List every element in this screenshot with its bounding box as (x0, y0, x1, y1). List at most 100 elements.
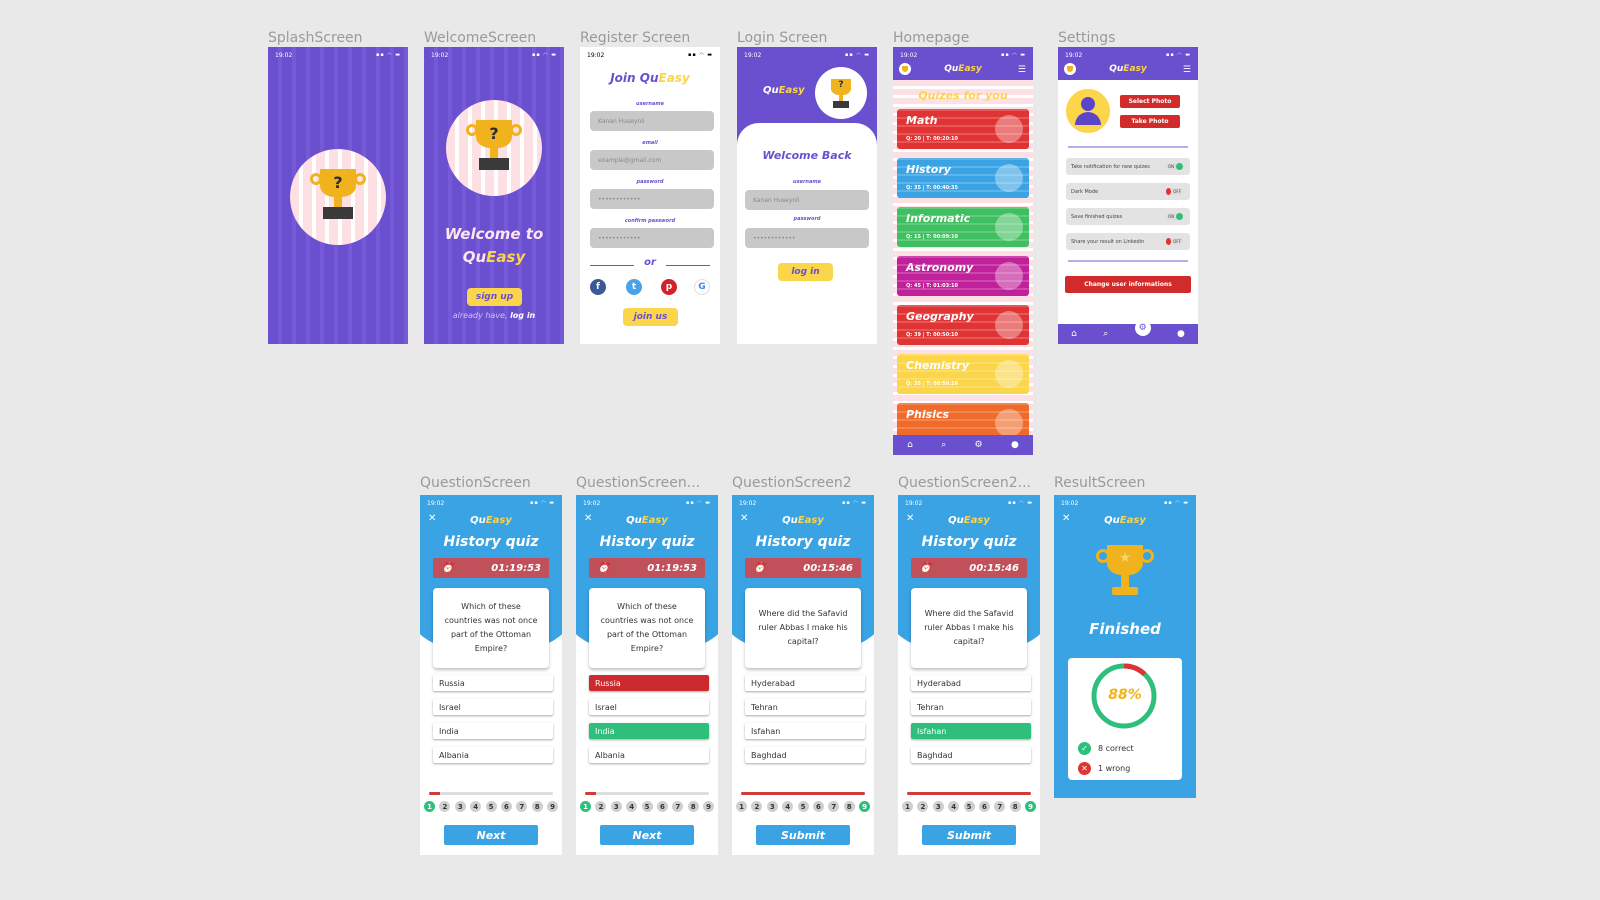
question-number[interactable]: 4 (626, 801, 638, 812)
answer-option[interactable]: Hyderabad (745, 675, 865, 691)
select-photo-button[interactable]: Select Photo (1120, 95, 1180, 108)
profile-icon[interactable]: ● (1177, 329, 1185, 339)
answer-option[interactable]: Russia (589, 675, 709, 691)
question-number[interactable]: 8 (531, 801, 543, 812)
question-number[interactable]: 6 (978, 801, 990, 812)
question-number[interactable]: 7 (828, 801, 840, 812)
question-number[interactable]: 7 (994, 801, 1006, 812)
twitter-icon[interactable]: t (626, 279, 642, 295)
answer-option[interactable]: Tehran (745, 699, 865, 715)
change-user-info-button[interactable]: Change user informations (1065, 276, 1191, 293)
question-number[interactable]: 8 (687, 801, 699, 812)
confirm-password-input[interactable]: •••••••••••• (590, 228, 714, 248)
answer-option[interactable]: Russia (433, 675, 553, 691)
gear-icon[interactable]: ⚙ (1134, 320, 1151, 336)
submit-button[interactable]: Submit (922, 825, 1016, 845)
username-input[interactable]: Kanan Huseynli (590, 111, 714, 131)
question-number[interactable]: 2 (439, 801, 451, 812)
question-number[interactable]: 3 (610, 801, 622, 812)
question-number[interactable]: 9 (703, 801, 714, 812)
toggle-switch[interactable]: OFF (1166, 188, 1183, 195)
password-input[interactable]: •••••••••••• (745, 228, 869, 248)
answer-option[interactable]: Albania (589, 747, 709, 763)
answer-option[interactable]: Israel (433, 699, 553, 715)
answer-option[interactable]: Albania (433, 747, 553, 763)
progress-bar (429, 792, 553, 795)
log-in-link[interactable]: log in (510, 311, 535, 320)
join-us-button[interactable]: join us (623, 308, 678, 326)
answer-option[interactable]: India (433, 723, 553, 739)
toggle-switch[interactable]: ON (1166, 163, 1183, 170)
sign-up-button[interactable]: sign up (467, 288, 522, 306)
facebook-icon[interactable]: f (590, 279, 606, 295)
answer-option[interactable]: Isfahan (911, 723, 1031, 739)
brand-part-2: Easy (963, 515, 990, 526)
question-number[interactable]: 5 (797, 801, 809, 812)
answer-option[interactable]: India (589, 723, 709, 739)
answer-option[interactable]: Baghdad (911, 747, 1031, 763)
question-number[interactable]: 3 (932, 801, 944, 812)
answer-option[interactable]: Tehran (911, 699, 1031, 715)
question-number[interactable]: 5 (485, 801, 497, 812)
next-button[interactable]: Next (600, 825, 694, 845)
question-number[interactable]: 8 (843, 801, 855, 812)
gear-icon[interactable]: ⚙ (975, 440, 983, 450)
google-icon[interactable]: G (694, 279, 710, 295)
menu-icon[interactable]: ☰ (1183, 65, 1191, 75)
question-number[interactable]: 4 (782, 801, 794, 812)
question-number[interactable]: 9 (547, 801, 558, 812)
toggle-state: OFF (1173, 189, 1181, 194)
question-number[interactable]: 2 (595, 801, 607, 812)
question-number[interactable]: 9 (859, 801, 870, 812)
pinterest-icon[interactable]: p (661, 279, 677, 295)
next-button[interactable]: Next (444, 825, 538, 845)
take-photo-button[interactable]: Take Photo (1120, 115, 1180, 128)
question-number[interactable]: 6 (500, 801, 512, 812)
log-in-button[interactable]: log in (778, 263, 833, 281)
quiz-card[interactable]: History Q: 35 | T: 00:40:35 (897, 158, 1029, 198)
search-icon[interactable]: ⌕ (1103, 329, 1108, 339)
submit-button[interactable]: Submit (756, 825, 850, 845)
question-number[interactable]: 7 (672, 801, 684, 812)
status-time: 19:02 (431, 52, 449, 59)
answer-option[interactable]: Israel (589, 699, 709, 715)
username-input[interactable]: Kanan Huseynli (745, 190, 869, 210)
home-icon[interactable]: ⌂ (1071, 329, 1077, 339)
question-number[interactable]: 6 (656, 801, 668, 812)
answer-option[interactable]: Baghdad (745, 747, 865, 763)
toggle-switch[interactable]: ON (1166, 213, 1183, 220)
question-number[interactable]: 1 (902, 801, 913, 812)
question-number[interactable]: 9 (1025, 801, 1036, 812)
quiz-card[interactable]: Geography Q: 39 | T: 00:50:10 (897, 305, 1029, 345)
question-number[interactable]: 2 (917, 801, 929, 812)
answer-option[interactable]: Hyderabad (911, 675, 1031, 691)
question-number[interactable]: 1 (424, 801, 435, 812)
quiz-card[interactable]: Informatic Q: 15 | T: 00:09:10 (897, 207, 1029, 247)
profile-photo[interactable] (1066, 89, 1110, 133)
question-number[interactable]: 8 (1009, 801, 1021, 812)
question-number[interactable]: 4 (948, 801, 960, 812)
question-number[interactable]: 5 (641, 801, 653, 812)
question-number[interactable]: 6 (812, 801, 824, 812)
question-number[interactable]: 3 (454, 801, 466, 812)
toggle-switch[interactable]: OFF (1166, 238, 1183, 245)
question-number[interactable]: 3 (766, 801, 778, 812)
question-number[interactable]: 1 (580, 801, 591, 812)
search-icon[interactable]: ⌕ (941, 440, 946, 450)
quiz-card[interactable]: Math Q: 20 | T: 00:20:10 (897, 109, 1029, 149)
question-number[interactable]: 2 (751, 801, 763, 812)
email-input[interactable]: example@gmail.com (590, 150, 714, 170)
question-number[interactable]: 4 (470, 801, 482, 812)
profile-icon[interactable]: ● (1011, 440, 1019, 450)
home-icon[interactable]: ⌂ (907, 440, 913, 450)
question-number[interactable]: 7 (516, 801, 528, 812)
quiz-card[interactable]: Astronomy Q: 45 | T: 01:03:10 (897, 256, 1029, 296)
question-number[interactable]: 5 (963, 801, 975, 812)
quiz-card-title: History (906, 163, 951, 176)
or-divider: or (644, 257, 656, 268)
question-number[interactable]: 1 (736, 801, 747, 812)
password-input[interactable]: •••••••••••• (590, 189, 714, 209)
quiz-card[interactable]: Chemistry Q: 35 | T: 00:50:10 (897, 354, 1029, 394)
menu-icon[interactable]: ☰ (1018, 65, 1026, 75)
answer-option[interactable]: Isfahan (745, 723, 865, 739)
